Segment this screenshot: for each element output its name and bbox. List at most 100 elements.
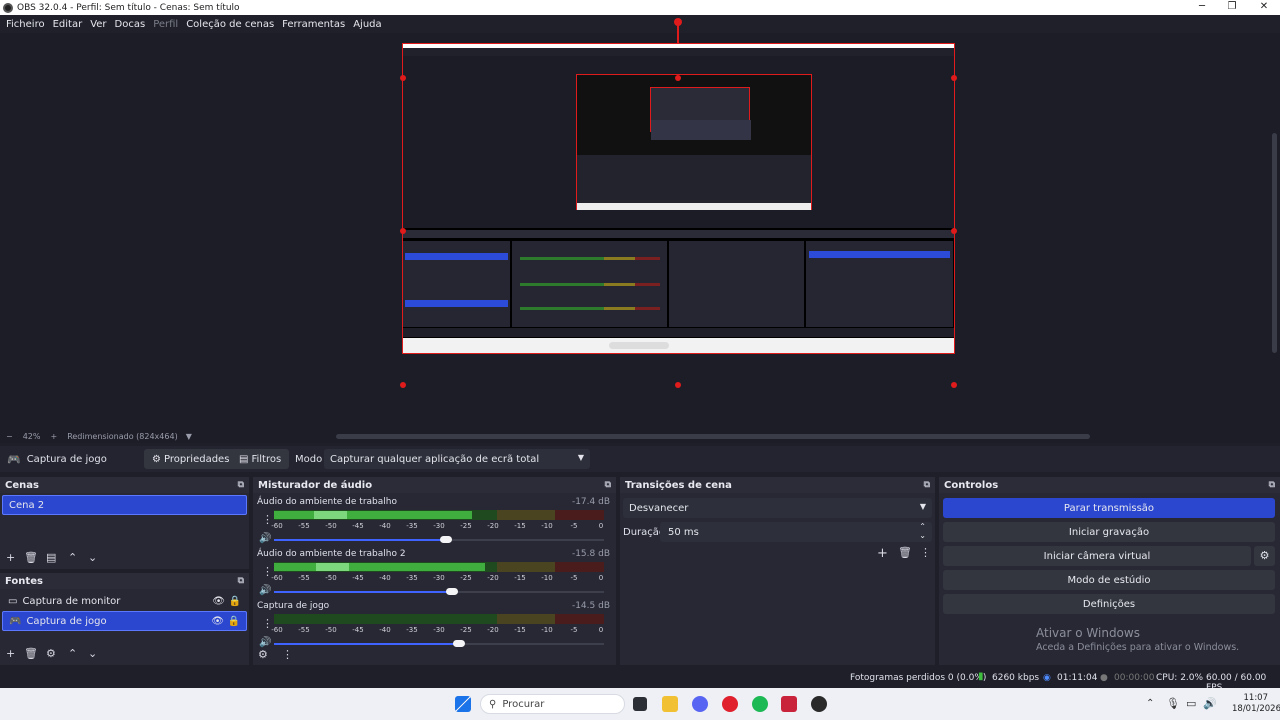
spin-up-icon[interactable]: ⌃: [919, 522, 926, 531]
menu-ver[interactable]: Ver: [90, 19, 106, 30]
preview-canvas[interactable]: [402, 43, 955, 354]
volume-slider[interactable]: [274, 588, 604, 595]
menu-colecao-cenas[interactable]: Coleção de cenas: [186, 19, 274, 30]
speaker-icon[interactable]: 🔊: [259, 585, 271, 596]
lock-icon[interactable]: 🔒: [228, 616, 240, 627]
chevron-up-icon[interactable]: ⌃: [1146, 698, 1154, 709]
gear-icon[interactable]: ⚙: [46, 647, 56, 660]
speaker-icon[interactable]: 🔊: [259, 637, 271, 648]
resize-handle-top-left[interactable]: [400, 75, 406, 81]
clock-date: 18/01/2026: [1232, 704, 1280, 714]
lock-icon[interactable]: 🔒: [229, 596, 241, 607]
zoom-in-button[interactable]: +: [50, 432, 57, 441]
undock-icon[interactable]: ⧉: [1269, 480, 1275, 490]
undock-icon[interactable]: ⧉: [924, 480, 930, 490]
spotify-icon[interactable]: [752, 696, 768, 712]
start-virtual-camera-button[interactable]: Iniciar câmera virtual: [943, 546, 1251, 566]
undock-icon[interactable]: ⧉: [238, 576, 244, 586]
scene-item[interactable]: Cena 2: [2, 495, 247, 515]
volume-slider[interactable]: [274, 640, 604, 647]
record-time: 00:00:00: [1114, 673, 1155, 683]
eye-icon[interactable]: 👁: [212, 596, 225, 607]
move-up-icon[interactable]: ⌃: [68, 647, 77, 660]
windows-start-icon[interactable]: [455, 696, 471, 712]
start-recording-button[interactable]: Iniciar gravação: [943, 522, 1275, 542]
mixer-channel: Captura de jogo -14.5 dB ⋮ -60 -55 -50 -45 -40-…: [253, 601, 616, 651]
resize-handle-bottom-right[interactable]: [951, 382, 957, 388]
volume-slider-knob[interactable]: [452, 640, 465, 647]
menu-ficheiro[interactable]: Ficheiro: [6, 19, 45, 30]
app-icon[interactable]: [781, 696, 797, 712]
resize-handle-bottom-left[interactable]: [400, 382, 406, 388]
maximize-button[interactable]: ❐: [1216, 0, 1248, 15]
add-scene-icon[interactable]: +: [6, 551, 15, 564]
volume-slider[interactable]: [274, 536, 604, 543]
resize-handle-left[interactable]: [400, 228, 406, 234]
file-explorer-icon[interactable]: [662, 696, 678, 712]
resize-handle-top-right[interactable]: [951, 75, 957, 81]
scale-tick: -35: [406, 574, 418, 582]
taskbar-clock[interactable]: 11:07 18/01/2026: [1232, 693, 1280, 715]
advanced-audio-icon[interactable]: ⚙: [258, 648, 268, 661]
resize-handle-right[interactable]: [951, 228, 957, 234]
mode-select[interactable]: Capturar qualquer aplicação de ecrã tota…: [324, 449, 590, 469]
opera-icon[interactable]: [722, 696, 738, 712]
meter-level: [274, 563, 486, 571]
task-view-icon[interactable]: [633, 697, 647, 711]
obs-taskbar-icon[interactable]: [811, 696, 827, 712]
virtual-camera-settings-icon[interactable]: ⚙: [1254, 546, 1275, 566]
resize-handle-top[interactable]: [675, 75, 681, 81]
trash-icon[interactable]: 🗑: [898, 546, 912, 559]
discord-icon[interactable]: [692, 696, 708, 712]
scene-filter-icon[interactable]: ▤: [46, 551, 56, 564]
transition-select[interactable]: Desvanecer ▼: [623, 498, 932, 518]
scale-tick: -55: [298, 522, 310, 530]
preview-vertical-scrollbar[interactable]: [1272, 133, 1277, 353]
taskbar-search[interactable]: ⚲ Procurar: [480, 694, 625, 714]
monitor-icon: ▭: [8, 595, 18, 607]
network-icon[interactable]: ▭: [1186, 697, 1196, 710]
properties-button[interactable]: ⚙ Propriedades: [144, 449, 238, 469]
menu-ferramentas[interactable]: Ferramentas: [282, 19, 345, 30]
studio-mode-button[interactable]: Modo de estúdio: [943, 570, 1275, 590]
microphone-icon[interactable]: 🎙: [1166, 697, 1180, 710]
source-item[interactable]: 🎮 Captura de jogo 👁 🔒: [2, 611, 247, 631]
zoom-dropdown-icon[interactable]: ▼: [186, 432, 192, 441]
zoom-out-button[interactable]: −: [6, 432, 13, 441]
undock-icon[interactable]: ⧉: [605, 480, 611, 490]
more-options-icon[interactable]: ⋮: [920, 546, 931, 559]
menu-editar[interactable]: Editar: [53, 19, 83, 30]
duration-spinbox[interactable]: 50 ms ⌃ ⌄: [660, 522, 932, 542]
menu-docas[interactable]: Docas: [115, 19, 146, 30]
add-transition-icon[interactable]: +: [877, 546, 888, 561]
eye-icon[interactable]: 👁: [211, 616, 224, 627]
settings-button[interactable]: Definições: [943, 594, 1275, 614]
volume-slider-knob[interactable]: [439, 536, 452, 543]
mixer-header: Misturador de áudio ⧉: [253, 477, 616, 493]
move-down-icon[interactable]: ⌄: [88, 551, 97, 564]
channel-db: -17.4 dB: [571, 497, 610, 507]
volume-slider-knob[interactable]: [446, 588, 459, 595]
menu-ajuda[interactable]: Ajuda: [353, 19, 381, 30]
stop-streaming-button[interactable]: Parar transmissão: [943, 498, 1275, 518]
minimize-button[interactable]: ─: [1186, 0, 1218, 15]
volume-icon[interactable]: 🔊: [1203, 697, 1217, 710]
move-down-icon[interactable]: ⌄: [88, 647, 97, 660]
spin-down-icon[interactable]: ⌄: [919, 531, 926, 540]
more-options-icon[interactable]: ⋮: [282, 648, 293, 661]
menu-perfil[interactable]: Perfil: [153, 19, 178, 30]
add-source-icon[interactable]: +: [6, 647, 15, 660]
scale-tick: -15: [514, 574, 526, 582]
obs-logo-icon: [3, 2, 13, 13]
close-button[interactable]: ✕: [1248, 0, 1280, 15]
undock-icon[interactable]: ⧉: [238, 480, 244, 490]
filters-button[interactable]: ▤ Filtros: [231, 449, 290, 469]
trash-icon[interactable]: 🗑: [24, 647, 38, 660]
resize-handle-bottom[interactable]: [675, 382, 681, 388]
rotation-handle[interactable]: [674, 18, 682, 26]
preview-horizontal-scrollbar[interactable]: [336, 434, 1090, 439]
trash-icon[interactable]: 🗑: [24, 551, 38, 564]
speaker-icon[interactable]: 🔊: [259, 533, 271, 544]
source-item[interactable]: ▭ Captura de monitor 👁 🔒: [2, 591, 247, 611]
move-up-icon[interactable]: ⌃: [68, 551, 77, 564]
